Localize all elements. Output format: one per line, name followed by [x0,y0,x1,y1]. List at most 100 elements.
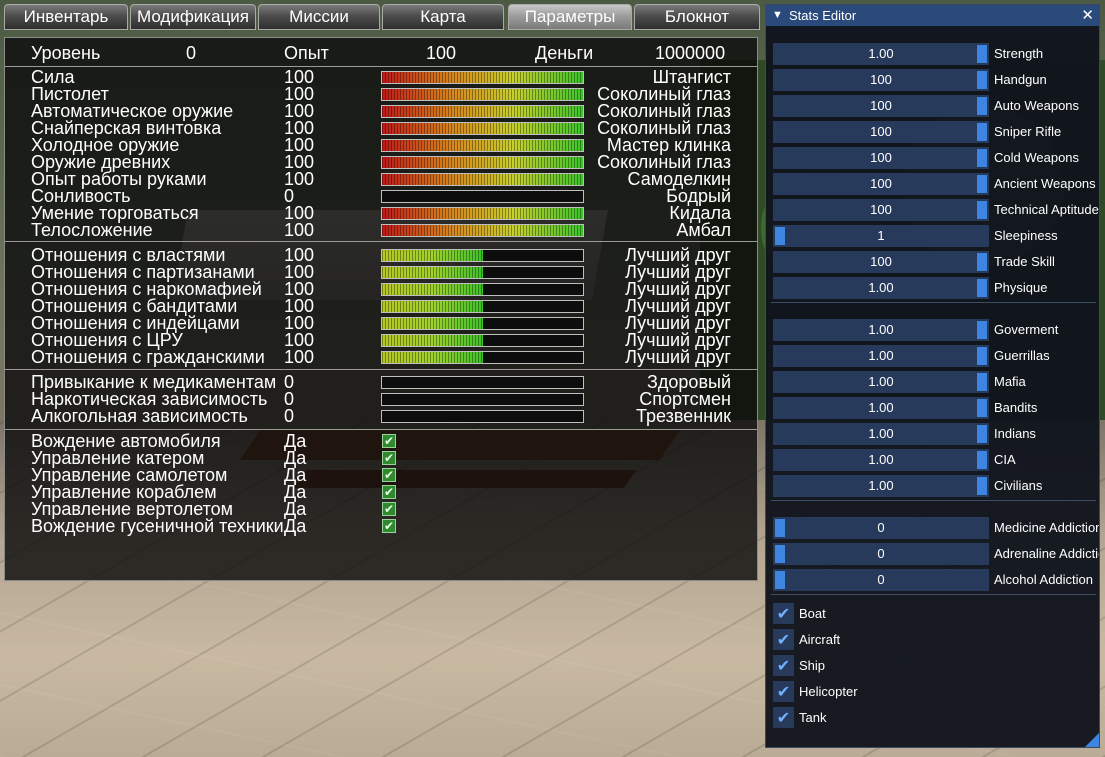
editor-relation-row-slider[interactable]: 1.00 [773,423,989,445]
addiction-row-rank: Трезвенник [635,406,731,426]
editor-addiction-row-slider[interactable]: 0 [773,569,989,591]
vehicle-checkbox[interactable]: ✔ [382,468,396,482]
money-label: Деньги [535,43,594,63]
relation-row-label: Отношения с гражданскими [31,347,265,367]
experience-value: 100 [426,43,457,63]
editor-stat-row-slider[interactable]: 1.00 [773,277,989,299]
collapse-triangle-icon[interactable]: ▼ [772,5,783,26]
tab-missions[interactable]: Миссии [258,4,380,30]
stats-editor-window[interactable]: ▼ Stats Editor ✕ 1.00 Strength 100 Handgun 1… [765,4,1100,748]
editor-stat-row: 100 Cold Weapons [766,147,1099,169]
editor-relation-row-slider[interactable]: 1.00 [773,371,989,393]
tab-map[interactable]: Карта [382,4,504,30]
tab-notebook[interactable]: Блокнот [634,4,760,30]
vehicle-checkbox[interactable]: ✔ [382,519,396,533]
editor-stat-row-slider[interactable]: 100 [773,95,989,117]
progress-fill [382,106,583,117]
vehicle-skill-label: Вождение гусеничной техники [31,516,284,536]
editor-relation-row-slider-value: 1.00 [868,426,894,441]
editor-relation-row-slider[interactable]: 1.00 [773,319,989,341]
checkbox[interactable]: ✔ [773,681,794,702]
close-icon[interactable]: ✕ [1081,5,1094,26]
relation-row-progress-bar [381,283,584,296]
editor-vehicle-checkbox-row[interactable]: ✔ Ship [773,655,1073,677]
editor-addiction-row: 0 Medicine Addiction [766,517,1099,539]
editor-stat-row: 100 Trade Skill [766,251,1099,273]
editor-relation-row-slider[interactable]: 1.00 [773,475,989,497]
editor-stat-row-slider[interactable]: 100 [773,173,989,195]
tab-inventory[interactable]: Инвентарь [4,4,128,30]
editor-vehicle-checkbox-row[interactable]: ✔ Aircraft [773,629,1073,651]
editor-relation-row-slider[interactable]: 1.00 [773,449,989,471]
tab-parameters[interactable]: Параметры [508,4,632,30]
editor-stat-row-slider-value: 100 [870,124,892,139]
progress-fill [382,352,483,363]
editor-relation-row-label: Goverment [994,322,1059,337]
editor-vehicle-checkbox-row[interactable]: ✔ Boat [773,603,1073,625]
editor-stat-row-slider-value: 100 [870,254,892,269]
addiction-row-progress-bar [381,410,584,423]
addiction-row-value: 0 [284,406,295,426]
skill-row: Телосложение 100 Амбал [5,220,757,240]
editor-stat-row-label: Trade Skill [994,254,1055,269]
editor-vehicle-checkbox-row[interactable]: ✔ Helicopter [773,681,1073,703]
editor-stat-row-slider[interactable]: 100 [773,251,989,273]
editor-relation-row-slider[interactable]: 1.00 [773,345,989,367]
editor-stat-row-slider-value: 100 [870,98,892,113]
vehicle-checkbox[interactable]: ✔ [382,434,396,448]
vehicle-checkbox[interactable]: ✔ [382,502,396,516]
editor-divider [771,302,1096,303]
progress-fill [382,157,583,168]
editor-stat-row-slider[interactable]: 1 [773,225,989,247]
vehicle-checkbox[interactable]: ✔ [382,485,396,499]
editor-addiction-row: 0 Adrenaline Addiction [766,543,1099,565]
skill-row-label: Телосложение [31,220,153,240]
editor-relation-row-slider-value: 1.00 [868,322,894,337]
progress-fill [382,250,483,261]
editor-relation-row-slider[interactable]: 1.00 [773,397,989,419]
progress-fill [382,174,583,185]
editor-relation-row-label: Guerrillas [994,348,1050,363]
checkbox[interactable]: ✔ [773,707,794,728]
editor-stat-row-slider[interactable]: 100 [773,147,989,169]
editor-stat-row: 100 Auto Weapons [766,95,1099,117]
editor-stat-row: 100 Technical Aptitude [766,199,1099,221]
editor-addiction-row-slider[interactable]: 0 [773,543,989,565]
editor-vehicle-label: Helicopter [799,684,858,699]
tab-modification[interactable]: Модификация [130,4,256,30]
section-divider [5,66,757,67]
skill-row-progress-bar [381,173,584,186]
editor-stat-row-slider-value: 100 [870,176,892,191]
editor-addiction-row-slider-value: 0 [877,546,885,561]
editor-vehicle-checkbox-row[interactable]: ✔ Tank [773,707,1073,729]
level-label: Уровень [31,43,101,63]
progress-fill [382,208,583,219]
section-divider [5,369,757,370]
vehicle-checkbox[interactable]: ✔ [382,451,396,465]
addiction-row: Алкогольная зависимость 0 Трезвенник [5,406,757,426]
editor-stat-row-slider[interactable]: 100 [773,121,989,143]
resize-grip[interactable] [1085,733,1099,747]
editor-addiction-row-slider[interactable]: 0 [773,517,989,539]
editor-stat-row-slider[interactable]: 1.00 [773,43,989,65]
editor-addiction-row-label: Alcohol Addiction [994,572,1094,587]
checkbox[interactable]: ✔ [773,603,794,624]
editor-vehicle-label: Aircraft [799,632,841,647]
relation-row-progress-bar [381,334,584,347]
editor-stat-row-slider[interactable]: 100 [773,199,989,221]
relation-row-progress-bar [381,249,584,262]
editor-addiction-row-slider-value: 0 [877,520,885,535]
addiction-row-label: Алкогольная зависимость [31,406,248,426]
editor-stat-row-slider-value: 1 [877,228,885,243]
vehicle-skill-value: Да [284,516,307,536]
checkbox[interactable]: ✔ [773,629,794,650]
skill-row-progress-bar [381,139,584,152]
stats-editor-title-bar[interactable]: ▼ Stats Editor ✕ [766,5,1099,26]
relation-row-progress-bar [381,317,584,330]
editor-stat-row-label: Cold Weapons [994,150,1080,165]
editor-addiction-row-label: Medicine Addiction [994,520,1100,535]
checkbox[interactable]: ✔ [773,655,794,676]
vehicle-skill-row: Вождение гусеничной техники Да ✔ [5,516,757,536]
editor-stat-row-slider[interactable]: 100 [773,69,989,91]
editor-relation-row-slider-value: 1.00 [868,478,894,493]
